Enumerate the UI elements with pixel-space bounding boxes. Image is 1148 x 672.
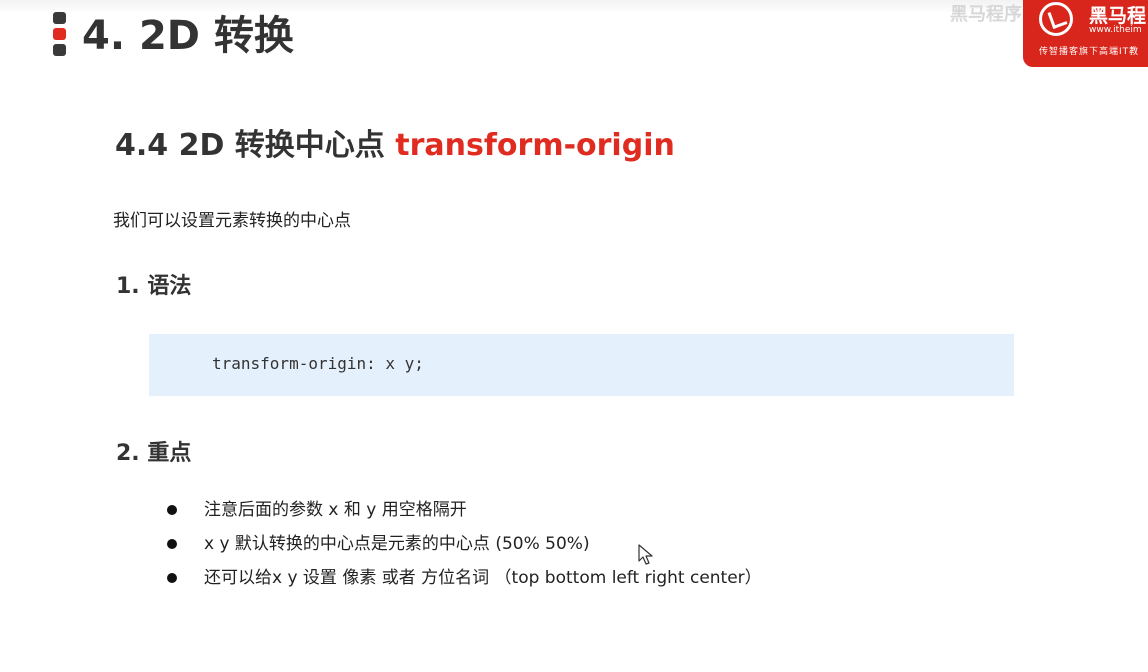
list-item-text: 还可以给x y 设置 像素 或者 方位名词 （top bottom left r… (204, 568, 762, 588)
syntax-heading: 1. 语法 (116, 274, 192, 299)
slide: 4. 2D 转换 黑马程序员 黑马程 www.itheim 传智播客旗下高端IT… (0, 0, 1148, 672)
brand-name: 黑马程 (1089, 5, 1147, 27)
horse-logo-icon (1039, 2, 1073, 36)
code-text: transform-origin: x y; (212, 354, 424, 373)
section-title: 4.4 2D 转换中心点 transform-origin (115, 127, 675, 165)
mouse-cursor-icon (638, 544, 653, 565)
bullet-icon (167, 573, 177, 583)
bullet-icon (167, 505, 177, 515)
section-intro: 我们可以设置元素转换的中心点 (113, 211, 351, 231)
list-item-text: 注意后面的参数 x 和 y 用空格隔开 (204, 500, 467, 520)
brand-slogan: 传智播客旗下高端IT教 (1039, 47, 1140, 57)
list-item-text: x y 默认转换的中心点是元素的中心点 (50% 50%) (204, 534, 590, 554)
bullet-icon (167, 539, 177, 549)
section-marker (53, 12, 67, 60)
brand-url: www.itheim (1089, 25, 1142, 35)
section-title-prefix: 4.4 2D 转换中心点 (115, 128, 396, 163)
code-block: transform-origin: x y; (149, 334, 1014, 396)
brand-logo: 黑马程 www.itheim 传智播客旗下高端IT教 (1023, 0, 1148, 67)
chapter-title: 4. 2D 转换 (82, 13, 294, 59)
key-points-heading: 2. 重点 (116, 441, 192, 466)
section-title-accent: transform-origin (395, 128, 675, 163)
